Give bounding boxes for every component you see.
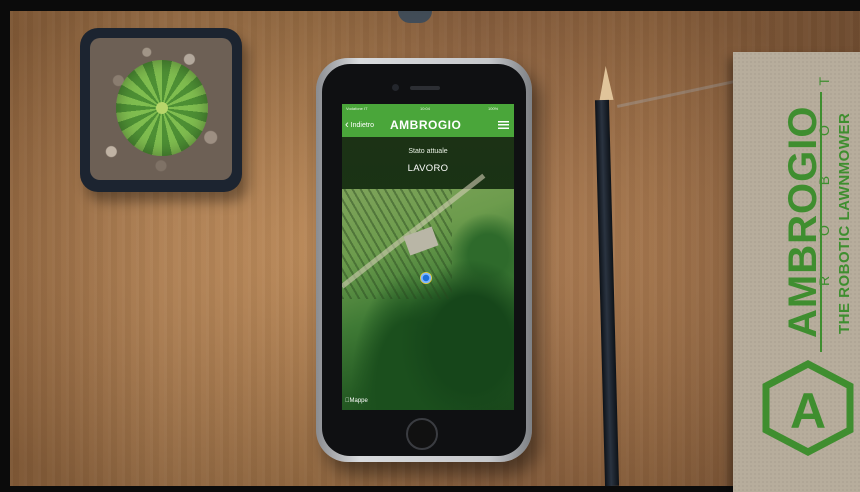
box-tagline: THE ROBOTIC LAWNMOWER	[836, 112, 853, 334]
status-label: Stato attuale	[408, 148, 448, 155]
earpiece-speaker	[410, 86, 440, 90]
status-panel: Stato attuale LAVORO	[342, 137, 514, 189]
phone-face: Vodafone IT 10:04 100% ‹ Indietro AMBROGI…	[322, 64, 526, 456]
status-value: LAVORO	[407, 163, 449, 174]
pencil-tip	[598, 65, 614, 101]
app-logo: AMBROGIO	[390, 118, 462, 132]
front-camera	[392, 84, 399, 91]
app-screen: Vodafone IT 10:04 100% ‹ Indietro AMBROGI…	[342, 104, 514, 410]
back-label: Indietro	[350, 122, 375, 129]
pebble-soil	[90, 38, 232, 180]
maps-credit: Mappe	[345, 398, 368, 404]
chevron-left-icon: ‹	[345, 119, 349, 131]
clock-label: 10:04	[420, 106, 431, 111]
photo-frame: Vodafone IT 10:04 100% ‹ Indietro AMBROGI…	[0, 0, 860, 492]
status-bar: Vodafone IT 10:04 100%	[342, 104, 514, 113]
wood-knot	[398, 11, 432, 23]
battery-label: 100%	[488, 106, 499, 111]
cactus-plant	[116, 60, 208, 156]
hamburger-menu-icon[interactable]	[498, 121, 509, 129]
box-subbrand: R O B O T	[816, 58, 832, 286]
robot-location-icon[interactable]	[420, 272, 432, 284]
smartphone: Vodafone IT 10:04 100% ‹ Indietro AMBROGI…	[316, 58, 532, 462]
emblem-letter: A	[790, 383, 826, 439]
app-navbar: ‹ Indietro AMBROGIO	[342, 113, 514, 137]
carrier-label: Vodafone IT	[346, 106, 368, 111]
home-button[interactable]	[406, 418, 438, 450]
back-button[interactable]: ‹ Indietro	[345, 119, 374, 132]
cactus-pot	[80, 28, 242, 192]
ambrogio-emblem-icon: A	[762, 360, 854, 456]
satellite-map[interactable]: Mappe	[342, 173, 514, 410]
